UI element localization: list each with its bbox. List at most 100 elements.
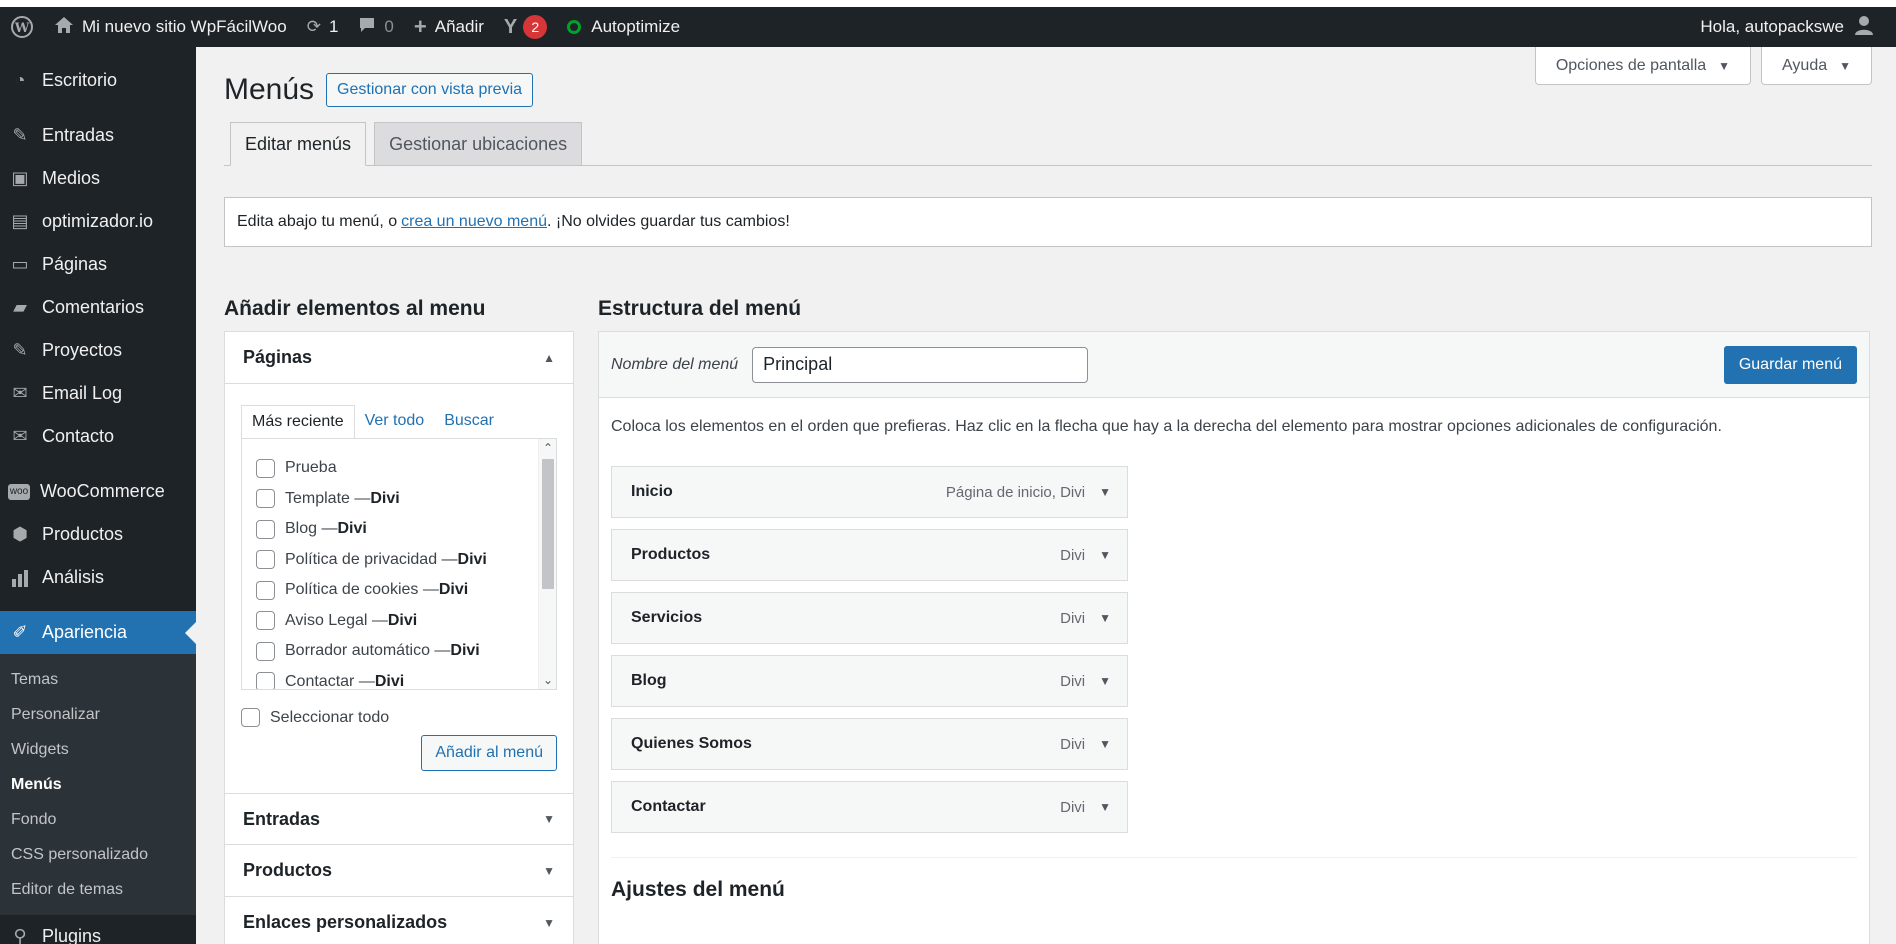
submenu-item-editor-temas[interactable]: Editor de temas xyxy=(0,872,196,907)
select-all-checkbox[interactable] xyxy=(241,708,260,727)
caret-down-icon[interactable]: ▼ xyxy=(1099,485,1111,499)
caret-down-icon: ▼ xyxy=(1718,58,1731,73)
screen-options-button[interactable]: Opciones de pantalla ▼ xyxy=(1534,47,1752,85)
page-suffix: Divi xyxy=(457,550,487,568)
tab-view-all[interactable]: Ver todo xyxy=(355,404,435,438)
menu-item-row[interactable]: Contactar Divi ▼ xyxy=(611,781,1128,833)
create-new-menu-link[interactable]: crea un nuevo menú xyxy=(401,213,547,231)
sidebar-item-email-log[interactable]: ✉ Email Log xyxy=(0,372,196,415)
autoptimize-link[interactable]: Autoptimize xyxy=(557,7,690,47)
chevron-up-icon[interactable]: ⌃ xyxy=(539,441,556,455)
help-label: Ayuda xyxy=(1782,56,1828,74)
page-checkbox[interactable] xyxy=(256,672,275,689)
page-name[interactable]: Borrador automático — xyxy=(285,642,450,660)
sidebar-item-label: Productos xyxy=(42,524,124,544)
page-name[interactable]: Aviso Legal — xyxy=(285,612,388,630)
menu-item-row[interactable]: Inicio Página de inicio, Divi ▼ xyxy=(611,466,1128,518)
sidebar-item-optimizador[interactable]: ▤ optimizador.io xyxy=(0,200,196,243)
save-menu-button[interactable]: Guardar menú xyxy=(1723,345,1857,384)
page-checkbox[interactable] xyxy=(256,519,275,539)
sidebar-item-analisis[interactable]: Análisis xyxy=(0,556,196,599)
email-icon: ✉ xyxy=(12,383,28,403)
menu-structure-column: Estructura del menú Nombre del menú Prin… xyxy=(598,297,1870,944)
submenu-item-widgets[interactable]: Widgets xyxy=(0,732,196,767)
tab-most-recent[interactable]: Más reciente xyxy=(241,405,355,439)
submenu-item-fondo[interactable]: Fondo xyxy=(0,802,196,837)
submenu-item-temas[interactable]: Temas xyxy=(0,662,196,697)
yoast-link[interactable]: Y 2 xyxy=(494,7,557,47)
caret-down-icon: ▼ xyxy=(1839,58,1851,73)
help-button[interactable]: Ayuda ▼ xyxy=(1761,47,1872,85)
manage-preview-button[interactable]: Gestionar con vista previa xyxy=(326,73,534,107)
accordion-custom-links-header[interactable]: Enlaces personalizados ▼ xyxy=(225,897,573,944)
page-checkbox[interactable] xyxy=(256,458,275,478)
page-name[interactable]: Política de cookies — xyxy=(285,581,439,599)
plugin-icon: ⚲ xyxy=(13,926,27,944)
sidebar-item-escritorio[interactable]: ◔ Escritorio xyxy=(0,59,196,102)
tab-edit-menus[interactable]: Editar menús xyxy=(230,122,367,166)
accordion-pages-header[interactable]: Páginas ▲ xyxy=(225,332,573,384)
page-checkbox[interactable] xyxy=(256,611,275,631)
sidebar-item-contacto[interactable]: ✉ Contacto xyxy=(0,415,196,458)
sidebar-item-paginas[interactable]: ▭ Páginas xyxy=(0,243,196,286)
accordion-entries-header[interactable]: Entradas ▼ xyxy=(225,793,573,845)
comments-link[interactable]: 0 xyxy=(348,7,403,47)
add-items-accordion: Páginas ▲ Más reciente Ver todo Buscar P… xyxy=(224,331,574,944)
tab-manage-locations[interactable]: Gestionar ubicaciones xyxy=(374,122,583,166)
caret-down-icon[interactable]: ▼ xyxy=(1099,611,1111,625)
updates-link[interactable]: ⟳ 1 xyxy=(297,7,349,47)
admin-bar: W Mi nuevo sitio WpFácilWoo ⟳ 1 0 + Añad… xyxy=(0,7,1896,47)
caret-down-icon[interactable]: ▼ xyxy=(1099,800,1111,814)
menu-item-row[interactable]: Productos Divi ▼ xyxy=(611,529,1128,581)
sidebar-item-proyectos[interactable]: ✎ Proyectos xyxy=(0,329,196,372)
page-checkbox[interactable] xyxy=(256,641,275,661)
menu-item-type: Divi xyxy=(1060,798,1086,816)
submenu-item-menus[interactable]: Menús xyxy=(0,767,196,802)
menu-item-row[interactable]: Quienes Somos Divi ▼ xyxy=(611,718,1128,770)
add-to-menu-button[interactable]: Añadir al menú xyxy=(421,735,557,771)
user-account-link[interactable]: Hola, autopackswe xyxy=(1690,7,1884,47)
accordion-title: Productos xyxy=(243,860,333,880)
chart-icon xyxy=(8,566,32,590)
scrollbar-thumb[interactable] xyxy=(542,459,554,589)
sidebar-item-woocommerce[interactable]: woo WooCommerce xyxy=(0,470,196,513)
page-name[interactable]: Política de privacidad — xyxy=(285,551,458,569)
menu-item-row[interactable]: Blog Divi ▼ xyxy=(611,655,1128,707)
page-name[interactable]: Contactar — xyxy=(285,673,375,689)
menu-item-row[interactable]: Servicios Divi ▼ xyxy=(611,592,1128,644)
page-name[interactable]: Blog — xyxy=(285,520,337,538)
submenu-item-personalizar[interactable]: Personalizar xyxy=(0,697,196,732)
tab-search[interactable]: Buscar xyxy=(434,404,504,438)
page-checkbox[interactable] xyxy=(256,550,275,570)
page-checkbox[interactable] xyxy=(256,489,275,509)
select-all-label[interactable]: Seleccionar todo xyxy=(270,709,389,727)
page-checkbox[interactable] xyxy=(256,580,275,600)
updates-count: 1 xyxy=(328,17,339,36)
notice-text-after: . ¡No olvides guardar tus cambios! xyxy=(546,213,790,230)
caret-down-icon[interactable]: ▼ xyxy=(1099,674,1111,688)
page-name[interactable]: Prueba xyxy=(285,459,337,477)
page-name[interactable]: Template — xyxy=(285,490,370,508)
sidebar-item-entradas[interactable]: ✎ Entradas xyxy=(0,114,196,157)
sidebar-item-apariencia[interactable]: ✐ Apariencia xyxy=(0,611,196,654)
site-name-link[interactable]: Mi nuevo sitio WpFácilWoo xyxy=(44,7,297,47)
sidebar-item-label: Plugins xyxy=(42,926,102,944)
sidebar-item-medios[interactable]: ▣ Medios xyxy=(0,157,196,200)
comments-count: 0 xyxy=(384,17,394,36)
add-new-link[interactable]: + Añadir xyxy=(404,7,494,47)
caret-down-icon[interactable]: ▼ xyxy=(1099,737,1111,751)
caret-down-icon[interactable]: ▼ xyxy=(1099,548,1111,562)
main-content: Opciones de pantalla ▼ Ayuda ▼ Menús Ges… xyxy=(196,47,1896,944)
accordion-products-header[interactable]: Productos ▼ xyxy=(225,845,573,897)
sidebar-item-plugins[interactable]: ⚲ Plugins xyxy=(0,915,196,944)
sidebar-item-productos[interactable]: ⬢ Productos xyxy=(0,513,196,556)
sidebar-item-comentarios[interactable]: ▰ Comentarios xyxy=(0,286,196,329)
caret-down-icon: ▼ xyxy=(543,812,555,826)
wordpress-logo-icon[interactable]: W xyxy=(0,7,44,47)
submenu-item-css[interactable]: CSS personalizado xyxy=(0,837,196,872)
accordion-title: Páginas xyxy=(243,347,313,367)
checklist-scrollbar[interactable]: ⌃ ⌄ xyxy=(538,439,556,689)
menu-name-input[interactable]: Principal xyxy=(752,346,1089,383)
add-items-heading: Añadir elementos al menu xyxy=(224,297,486,320)
chevron-down-icon[interactable]: ⌄ xyxy=(539,673,556,687)
